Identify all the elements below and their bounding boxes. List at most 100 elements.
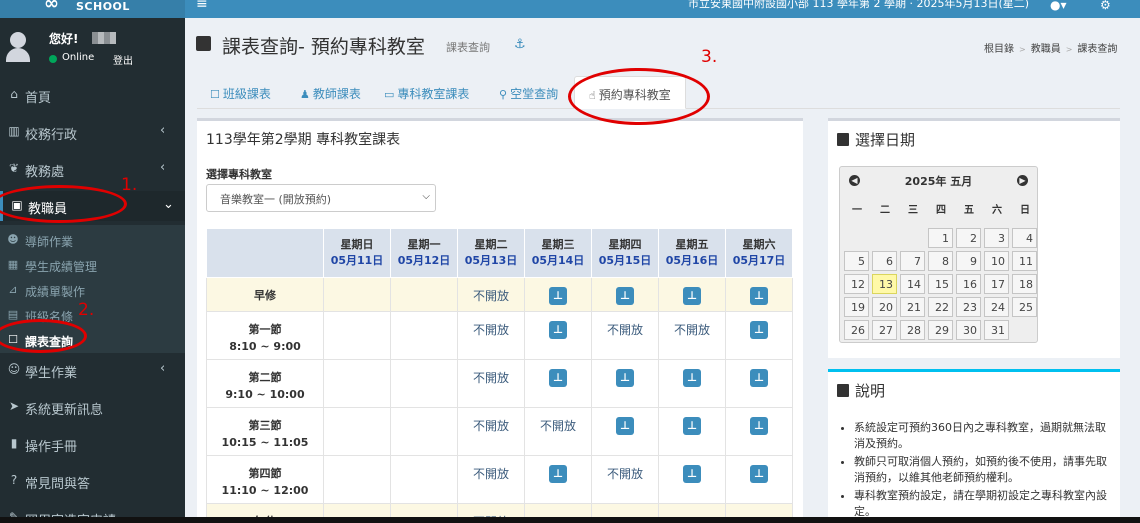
- sidebar-item-home[interactable]: ⌂ 首頁: [0, 80, 185, 110]
- day-date: 05月13日: [464, 254, 518, 267]
- book-pin-icon[interactable]: ⊥: [683, 287, 701, 305]
- slot-cell[interactable]: ⊥: [524, 311, 592, 360]
- calendar-day[interactable]: 10: [984, 251, 1009, 271]
- book-icon: ▮: [10, 436, 18, 450]
- slot-cell[interactable]: ⊥: [591, 359, 659, 408]
- menu-toggle-icon[interactable]: ≡: [196, 0, 208, 12]
- edit-icon: [196, 36, 211, 51]
- period-name: 第三節: [248, 419, 282, 432]
- sidebar-item-school-admin[interactable]: ▥ 校務行政 ‹: [0, 117, 185, 147]
- next-month-icon[interactable]: ▶: [1017, 175, 1028, 186]
- book-pin-icon[interactable]: ⊥: [683, 369, 701, 387]
- book-pin-icon[interactable]: ⊥: [616, 287, 634, 305]
- calendar-day[interactable]: 5: [844, 251, 869, 271]
- calendar-day[interactable]: 24: [984, 297, 1009, 317]
- slot-cell[interactable]: ⊥: [591, 407, 659, 456]
- calendar-day-today[interactable]: 13: [872, 274, 897, 294]
- calendar-day[interactable]: 25: [1012, 297, 1037, 317]
- calendar-day[interactable]: 26: [844, 320, 869, 340]
- book-pin-icon[interactable]: ⊥: [683, 465, 701, 483]
- calendar-day[interactable]: 14: [900, 274, 925, 294]
- submenu-item-homeroom[interactable]: ☻ 導師作業: [0, 228, 185, 252]
- weekday-label: 四: [936, 205, 946, 216]
- book-pin-icon[interactable]: ⊥: [750, 465, 768, 483]
- calendar-day[interactable]: 3: [984, 228, 1009, 248]
- book-pin-icon[interactable]: ⊥: [549, 465, 567, 483]
- calendar-day[interactable]: 6: [872, 251, 897, 271]
- calendar-day[interactable]: 4: [1012, 228, 1037, 248]
- period-cell: 第四節 11:10 ~ 12:00: [206, 455, 324, 504]
- calendar-day[interactable]: 2: [956, 228, 981, 248]
- calendar-day[interactable]: 7: [900, 251, 925, 271]
- annotation-ellipse-3: [568, 68, 710, 125]
- anchor-icon[interactable]: ⚓: [514, 37, 526, 52]
- settings-icon[interactable]: ⚙: [1100, 0, 1111, 12]
- tab-room-timetable[interactable]: ▭ 專科教室課表: [384, 76, 469, 109]
- period-cell: 早修: [206, 277, 324, 312]
- list-icon: ▤: [7, 308, 19, 321]
- sidebar-item-academic[interactable]: ❦ 教務處 ‹: [0, 154, 185, 184]
- slot-cell[interactable]: ⊥: [658, 277, 726, 312]
- book-pin-icon[interactable]: ⊥: [683, 417, 701, 435]
- breadcrumb-staff[interactable]: 教職員: [1031, 44, 1061, 55]
- sidebar-item-updates[interactable]: ➤ 系統更新訊息: [0, 392, 185, 422]
- rocket-icon: ➤: [8, 399, 20, 413]
- breadcrumb-root[interactable]: 根目錄: [984, 44, 1014, 55]
- slot-cell[interactable]: ⊥: [658, 455, 726, 504]
- sidebar-item-manual[interactable]: ▮ 操作手冊: [0, 429, 185, 459]
- submenu-item-grades[interactable]: ▦ 學生成績管理: [0, 253, 185, 277]
- submenu-item-report-card[interactable]: ⊿ 成績單製作: [0, 278, 185, 302]
- calendar-day[interactable]: 17: [984, 274, 1009, 294]
- book-pin-icon[interactable]: ⊥: [549, 321, 567, 339]
- slot-cell[interactable]: ⊥: [591, 277, 659, 312]
- logout-link[interactable]: 登出: [113, 52, 133, 67]
- user-menu-icon[interactable]: ●▾: [1050, 0, 1067, 12]
- calendar-box: 選擇日期 ◀ 2025年 五月 ▶ 一二三四五六日 1 2 3 4 5 6 7 8 9 10 11 12…: [828, 118, 1120, 358]
- calendar-day[interactable]: 12: [844, 274, 869, 294]
- calendar-day[interactable]: 16: [956, 274, 981, 294]
- slot-cell[interactable]: ⊥: [524, 455, 592, 504]
- calendar-day[interactable]: 31: [984, 320, 1009, 340]
- calendar-day[interactable]: 30: [956, 320, 981, 340]
- calendar-day[interactable]: 18: [1012, 274, 1037, 294]
- calendar-day[interactable]: 28: [900, 320, 925, 340]
- calendar-day[interactable]: 15: [928, 274, 953, 294]
- slot-cell[interactable]: ⊥: [658, 359, 726, 408]
- calendar-day[interactable]: 20: [872, 297, 897, 317]
- slot-cell[interactable]: ⊥: [524, 277, 592, 312]
- calendar-day[interactable]: 21: [900, 297, 925, 317]
- room-select[interactable]: 音樂教室一 (開放預約) ⌵: [206, 184, 436, 212]
- tab-teacher-timetable[interactable]: ♟ 教師課表: [300, 76, 361, 109]
- sidebar-item-student-work[interactable]: ☺ 學生作業 ‹: [0, 355, 185, 385]
- calendar-day[interactable]: 23: [956, 297, 981, 317]
- slot-cell[interactable]: ⊥: [725, 311, 793, 360]
- logo[interactable]: ∞ SCHOOL: [0, 0, 185, 18]
- calendar-day[interactable]: 27: [872, 320, 897, 340]
- slot-cell[interactable]: ⊥: [725, 277, 793, 312]
- calendar-day[interactable]: 22: [928, 297, 953, 317]
- calendar-day[interactable]: 1: [928, 228, 953, 248]
- calendar-day[interactable]: 8: [928, 251, 953, 271]
- calendar-day[interactable]: 29: [928, 320, 953, 340]
- tab-class-timetable[interactable]: ☐ 班級課表: [210, 76, 271, 109]
- sidebar-item-faq[interactable]: ? 常見問與答: [0, 466, 185, 496]
- slot-cell[interactable]: ⊥: [725, 455, 793, 504]
- breadcrumb-sep-icon: >: [1019, 45, 1026, 54]
- calendar-day[interactable]: 11: [1012, 251, 1037, 271]
- tab-free-period[interactable]: ⚲ 空堂查詢: [499, 76, 558, 109]
- day-name: 星期五: [675, 238, 709, 251]
- book-pin-icon[interactable]: ⊥: [750, 321, 768, 339]
- book-pin-icon[interactable]: ⊥: [750, 287, 768, 305]
- book-pin-icon[interactable]: ⊥: [549, 369, 567, 387]
- calendar-day[interactable]: 19: [844, 297, 869, 317]
- book-pin-icon[interactable]: ⊥: [616, 417, 634, 435]
- slot-cell[interactable]: ⊥: [658, 407, 726, 456]
- book-pin-icon[interactable]: ⊥: [616, 369, 634, 387]
- slot-cell[interactable]: ⊥: [725, 359, 793, 408]
- book-pin-icon[interactable]: ⊥: [750, 417, 768, 435]
- slot-cell[interactable]: ⊥: [725, 407, 793, 456]
- book-pin-icon[interactable]: ⊥: [549, 287, 567, 305]
- calendar-day[interactable]: 9: [956, 251, 981, 271]
- book-pin-icon[interactable]: ⊥: [750, 369, 768, 387]
- slot-cell[interactable]: ⊥: [524, 359, 592, 408]
